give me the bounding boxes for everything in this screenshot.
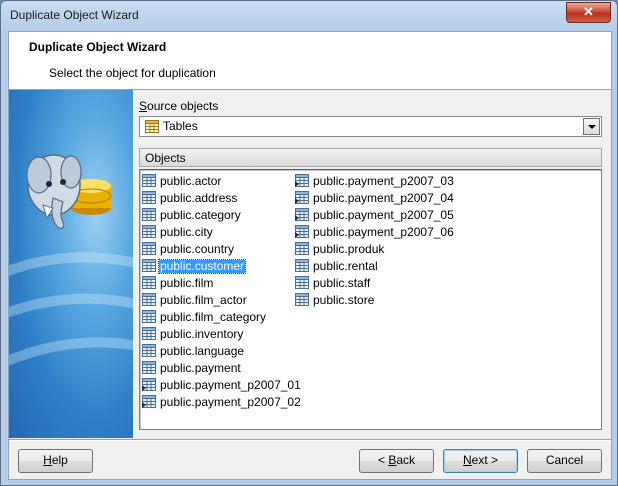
list-item-label: public.payment_p2007_01 bbox=[160, 378, 301, 392]
table-icon bbox=[142, 259, 156, 272]
inherited-table-icon bbox=[142, 378, 156, 391]
wizard-header: Duplicate Object Wizard Select the objec… bbox=[9, 32, 611, 90]
source-objects-label-rest: ource objects bbox=[147, 99, 219, 113]
list-item-label: public.staff bbox=[313, 276, 371, 290]
list-item-label: public.film bbox=[160, 276, 214, 290]
next-button[interactable]: Next > bbox=[443, 449, 518, 473]
wizard-side-banner bbox=[9, 90, 133, 438]
close-button[interactable]: ✕ bbox=[566, 2, 611, 23]
list-item-label: public.country bbox=[160, 242, 235, 256]
table-icon bbox=[142, 293, 156, 306]
title-bar[interactable]: Duplicate Object Wizard ✕ bbox=[1, 1, 617, 31]
objects-list[interactable]: public.actor public.address public.categor… bbox=[139, 169, 602, 430]
back-button[interactable]: < Back bbox=[359, 449, 434, 473]
window-title: Duplicate Object Wizard bbox=[10, 8, 139, 22]
list-item-label: public.payment_p2007_06 bbox=[313, 225, 454, 239]
close-icon: ✕ bbox=[583, 4, 594, 19]
list-item-label: public.payment_p2007_02 bbox=[160, 395, 301, 409]
table-icon bbox=[295, 242, 309, 255]
list-item-label: public.payment_p2007_03 bbox=[313, 174, 454, 188]
source-objects-combobox[interactable]: Tables bbox=[139, 116, 602, 137]
inherited-table-icon bbox=[295, 174, 309, 187]
wizard-window: Duplicate Object Wizard ✕ Duplicate Obje… bbox=[0, 0, 618, 486]
list-item-label: public.payment bbox=[160, 361, 241, 375]
elephant-database-logo-icon bbox=[9, 154, 133, 366]
list-item-label: public.inventory bbox=[160, 327, 244, 341]
table-icon bbox=[142, 225, 156, 238]
back-button-label: ack bbox=[396, 453, 416, 467]
inherited-table-icon bbox=[142, 395, 156, 408]
list-item-label: public.actor bbox=[160, 174, 222, 188]
list-item-label: public.address bbox=[160, 191, 238, 205]
list-item-label: public.category bbox=[160, 208, 241, 222]
table-icon bbox=[142, 191, 156, 204]
list-item-label: public.store bbox=[313, 293, 375, 307]
list-item-label: public.language bbox=[160, 344, 245, 358]
table-icon bbox=[145, 120, 159, 133]
table-icon bbox=[295, 293, 309, 306]
objects-section-header: Objects bbox=[139, 148, 602, 167]
table-icon bbox=[142, 310, 156, 323]
list-item-label: public.rental bbox=[313, 259, 378, 273]
inherited-table-icon bbox=[295, 225, 309, 238]
list-item-label: public.payment_p2007_04 bbox=[313, 191, 454, 205]
table-icon bbox=[142, 174, 156, 187]
list-item-label: public.film_actor bbox=[160, 293, 247, 307]
page-subtitle: Select the object for duplication bbox=[49, 66, 216, 80]
source-objects-label-accel: S bbox=[139, 99, 148, 113]
list-item-label: public.produk bbox=[313, 242, 385, 256]
table-icon bbox=[142, 208, 156, 221]
list-item-label: public.film_category bbox=[160, 310, 267, 324]
next-button-accel: N bbox=[462, 453, 472, 467]
table-icon bbox=[142, 361, 156, 374]
list-item-label: public.customer bbox=[157, 259, 247, 274]
table-icon bbox=[142, 242, 156, 255]
table-icon bbox=[295, 259, 309, 272]
page-title: Duplicate Object Wizard bbox=[29, 40, 167, 54]
cancel-button[interactable]: Cancel bbox=[527, 449, 602, 473]
help-button-label: elp bbox=[51, 453, 68, 467]
combobox-dropdown-arrow-icon[interactable] bbox=[583, 118, 600, 135]
table-icon bbox=[142, 344, 156, 357]
back-button-prefix: < bbox=[377, 453, 389, 467]
help-button-accel: H bbox=[43, 453, 52, 467]
next-button-label: ext > bbox=[471, 453, 499, 467]
wizard-client-area: Duplicate Object Wizard Select the objec… bbox=[8, 31, 612, 480]
cancel-button-label: Cancel bbox=[545, 453, 584, 467]
source-objects-value: Tables bbox=[163, 119, 198, 133]
inherited-table-icon bbox=[295, 208, 309, 221]
inherited-table-icon bbox=[295, 191, 309, 204]
list-item-label: public.payment_p2007_05 bbox=[313, 208, 454, 222]
table-icon bbox=[295, 276, 309, 289]
table-icon bbox=[142, 327, 156, 340]
source-objects-label: Source objects bbox=[139, 99, 218, 113]
table-icon bbox=[142, 276, 156, 289]
help-button[interactable]: Help bbox=[18, 449, 93, 473]
footer-separator bbox=[9, 439, 611, 441]
list-item-label: public.city bbox=[160, 225, 213, 239]
objects-header-label: Objects bbox=[145, 151, 186, 165]
